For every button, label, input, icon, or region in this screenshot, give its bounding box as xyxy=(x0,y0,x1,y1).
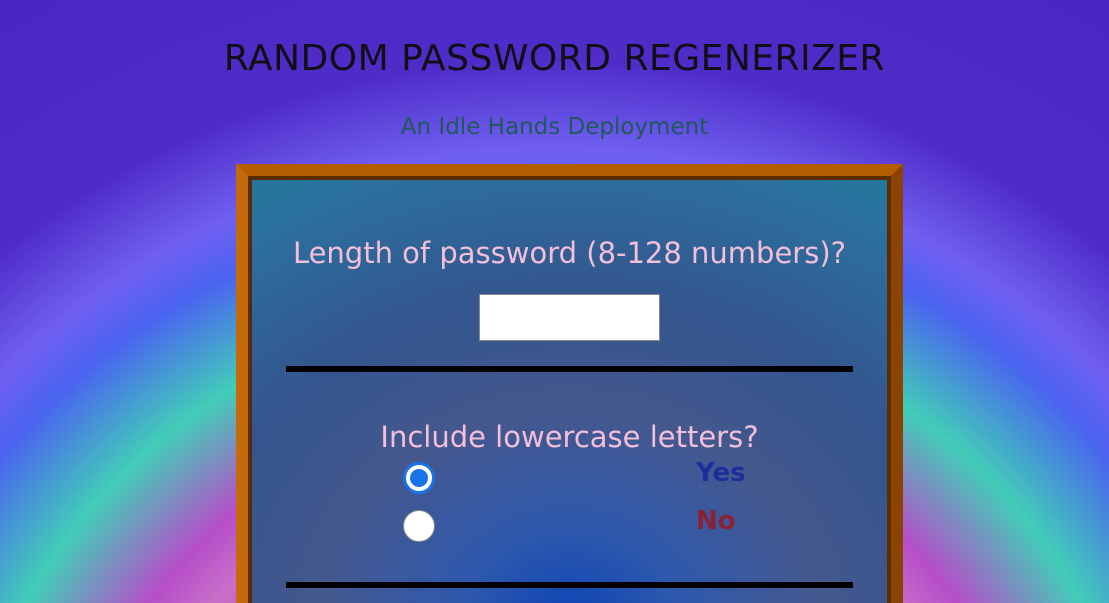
section-divider xyxy=(286,366,853,372)
lowercase-yes-label[interactable]: Yes xyxy=(696,458,746,488)
section-divider xyxy=(286,582,853,588)
password-options-panel: Length of password (8-128 numbers)? Incl… xyxy=(236,164,903,603)
password-length-input[interactable] xyxy=(479,294,660,341)
lowercase-yes-radio[interactable] xyxy=(403,462,435,494)
lowercase-no-radio[interactable] xyxy=(403,510,435,542)
lowercase-no-label[interactable]: No xyxy=(696,506,736,536)
length-question-label: Length of password (8-128 numbers)? xyxy=(292,236,847,270)
page-title: RANDOM PASSWORD REGENERIZER xyxy=(223,38,886,79)
page-subtitle: An Idle Hands Deployment xyxy=(400,114,709,140)
lowercase-question-label: Include lowercase letters? xyxy=(380,420,759,454)
